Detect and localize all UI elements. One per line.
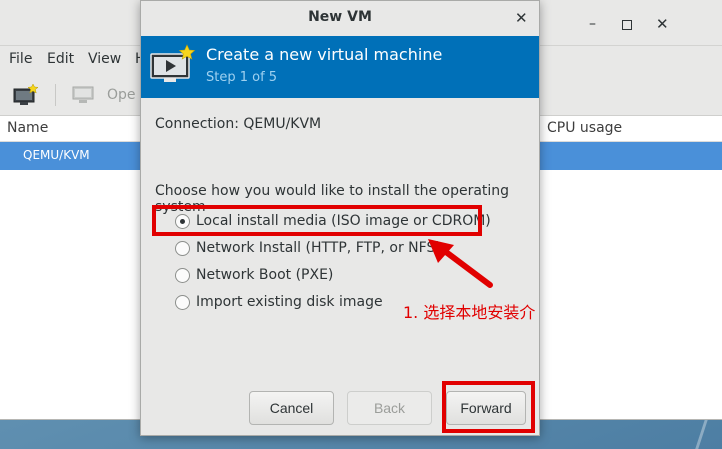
menu-edit[interactable]: Edit [47,51,74,67]
radio-label: Network Install (HTTP, FTP, or NFS) [196,240,441,256]
maximize-button[interactable] [622,20,632,30]
menu-view[interactable]: View [88,51,121,67]
wizard-header: Create a new virtual machine Step 1 of 5 [141,36,539,98]
dialog-titlebar: New VM ✕ [141,1,539,36]
close-button[interactable]: ✕ [656,15,669,33]
highlight-box-forward [442,381,535,433]
back-button[interactable]: Back [347,391,432,425]
highlight-box-local-install [152,205,482,236]
wizard-title: Create a new virtual machine [206,45,443,64]
radio-label: Import existing disk image [196,294,383,310]
radio-label: Network Boot (PXE) [196,267,334,283]
menu-file[interactable]: File [9,51,32,67]
radio-network-boot[interactable]: Network Boot (PXE) [175,264,333,286]
cancel-button[interactable]: Cancel [249,391,334,425]
connection-text: Connection: QEMU/KVM [155,116,322,132]
connection-row-label: QEMU/KVM [23,148,90,162]
annotation-text: 1. 选择本地安装介 [403,303,536,322]
monitor-icon[interactable] [72,86,94,104]
open-button-label[interactable]: Ope [107,87,136,103]
radio-network-install[interactable]: Network Install (HTTP, FTP, or NFS) [175,237,441,259]
minimize-button[interactable]: – [589,16,596,32]
column-cpu-usage[interactable]: CPU usage [547,120,622,136]
column-name[interactable]: Name [7,120,48,136]
radio-button[interactable] [175,294,190,310]
dialog-close-icon[interactable]: ✕ [515,9,528,27]
new-vm-icon [150,44,196,82]
wizard-step: Step 1 of 5 [206,70,278,85]
new-vm-dialog: New VM ✕ Create a new virtual machine St… [140,0,540,436]
annotation-arrow-icon [428,239,493,288]
radio-button[interactable] [175,267,190,283]
radio-button[interactable] [175,240,190,256]
dialog-title: New VM [308,9,372,25]
radio-import-disk[interactable]: Import existing disk image [175,291,383,313]
toolbar-separator [55,84,56,106]
new-vm-icon[interactable] [13,84,39,106]
